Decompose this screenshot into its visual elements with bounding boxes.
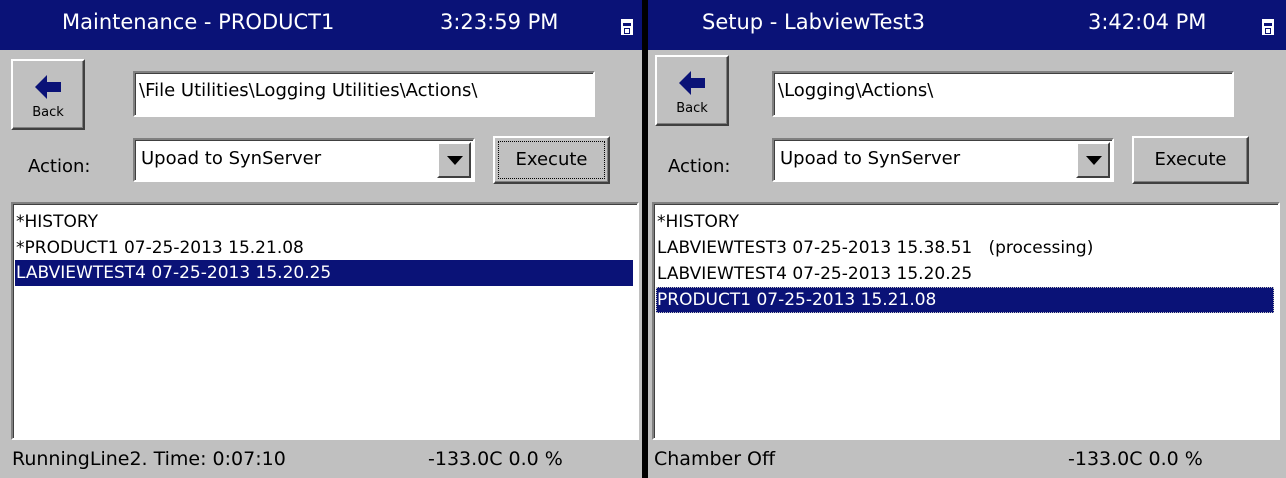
status-text: Chamber Off [654,448,776,470]
action-dropdown-value: Upoad to SynServer [141,148,322,169]
back-arrow-icon [35,75,61,99]
status-text: RunningLine2. Time: 0:07:10 [12,448,286,470]
dropdown-arrow-icon[interactable] [437,142,471,178]
focus-indicator [498,141,605,179]
path-field: \File Utilities\Logging Utilities\Action… [133,71,595,117]
right-window: Setup - LabviewTest3 3:42:04 PM Back \Lo… [648,0,1286,478]
list-item[interactable]: *HISTORY [15,209,635,235]
list-item[interactable]: *PRODUCT1 07-25-2013 15.21.08 [15,235,635,261]
window-menu-icon[interactable] [621,19,633,35]
list-item-selected[interactable]: PRODUCT1 07-25-2013 15.21.08 [656,287,1274,313]
list-item[interactable]: *HISTORY [656,209,1276,235]
title-bar: Maintenance - PRODUCT1 3:23:59 PM [0,0,642,50]
window-menu-icon[interactable] [1262,19,1274,35]
back-label: Back [32,105,64,120]
action-label: Action: [28,156,91,177]
title-bar: Setup - LabviewTest3 3:42:04 PM [648,0,1286,50]
window-title: Maintenance - PRODUCT1 [62,10,335,34]
status-readout: -133.0C 0.0 % [428,448,563,470]
list-item-selected[interactable]: LABVIEWTEST4 07-25-2013 15.20.25 [15,260,633,286]
list-item[interactable]: LABVIEWTEST4 07-25-2013 15.20.25 [656,261,1276,287]
back-label: Back [676,101,708,116]
list-item[interactable]: LABVIEWTEST3 07-25-2013 15.38.51 (proces… [656,235,1276,261]
back-button[interactable]: Back [655,55,729,126]
clock-time: 3:23:59 PM [440,10,559,34]
clock-time: 3:42:04 PM [1088,10,1207,34]
execute-button[interactable]: Execute [1132,136,1249,184]
file-list[interactable]: *HISTORY LABVIEWTEST3 07-25-2013 15.38.5… [652,202,1280,440]
action-dropdown[interactable]: Upoad to SynServer [772,138,1114,182]
left-window: Maintenance - PRODUCT1 3:23:59 PM Back \… [0,0,642,478]
window-title: Setup - LabviewTest3 [702,10,926,34]
action-dropdown-value: Upoad to SynServer [780,148,961,169]
execute-button[interactable]: Execute [493,136,610,184]
action-dropdown[interactable]: Upoad to SynServer [133,138,475,182]
execute-label: Execute [1154,149,1227,170]
back-arrow-icon [679,71,705,95]
dropdown-arrow-icon[interactable] [1076,142,1110,178]
file-list[interactable]: *HISTORY *PRODUCT1 07-25-2013 15.21.08 L… [11,202,639,440]
path-field: \Logging\Actions\ [772,71,1234,117]
status-readout: -133.0C 0.0 % [1068,448,1203,470]
action-label: Action: [668,156,731,177]
back-button[interactable]: Back [11,59,85,130]
